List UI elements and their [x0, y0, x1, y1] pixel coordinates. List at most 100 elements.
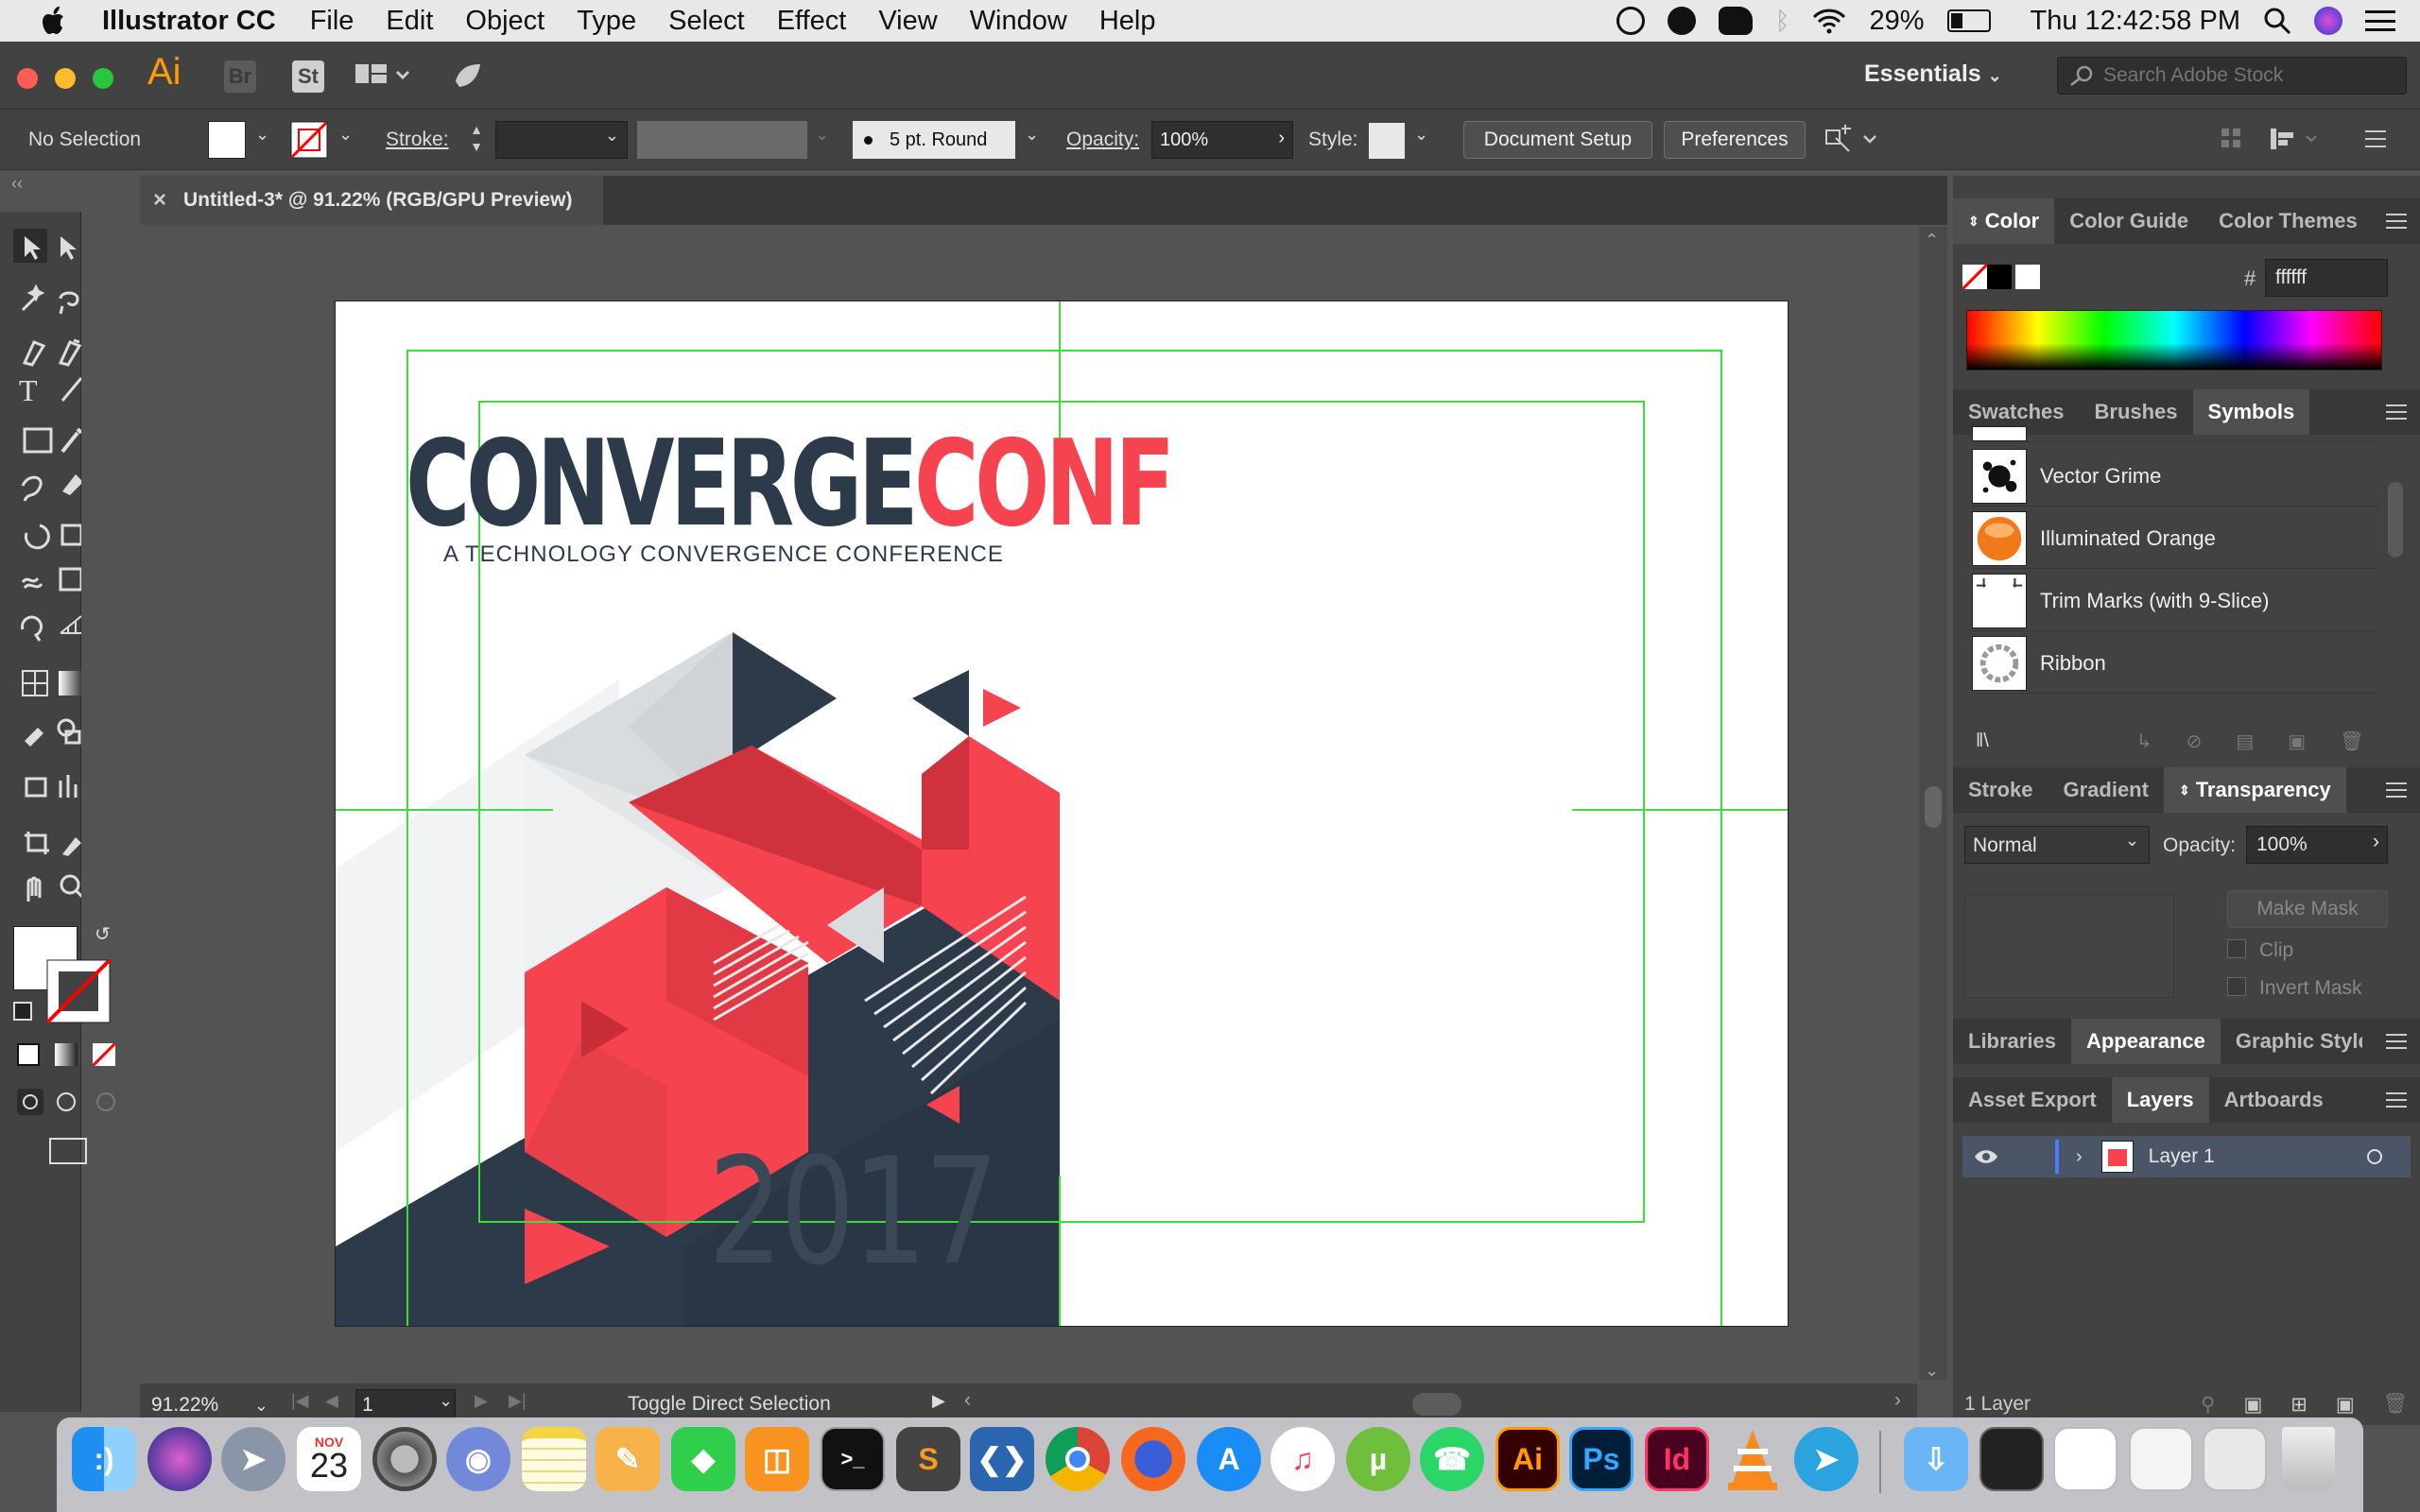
minimize-window-button[interactable]: [55, 68, 76, 89]
draw-normal-icon[interactable]: [17, 1089, 43, 1115]
transparency-opacity-field[interactable]: 100% ›: [2246, 826, 2388, 864]
scroll-left-arrow[interactable]: ‹: [964, 1389, 971, 1412]
tab-color-themes[interactable]: Color Themes: [2204, 198, 2373, 244]
align-icon[interactable]: [2220, 127, 2244, 151]
sync-icon[interactable]: [1616, 7, 1645, 35]
indesign-dock-icon[interactable]: Id: [1645, 1427, 1709, 1491]
color-black-swatch[interactable]: [1987, 265, 2012, 289]
delete-symbol-icon[interactable]: 🗑: [2340, 730, 2363, 753]
battery-icon[interactable]: [1946, 9, 1991, 32]
vertical-scroll-thumb[interactable]: [1925, 786, 1942, 828]
tab-appearance[interactable]: Appearance: [2070, 1019, 2221, 1064]
expand-layer-icon[interactable]: ›: [2076, 1146, 2083, 1168]
clip-checkbox[interactable]: [2227, 939, 2246, 958]
recent-window-thumbnail[interactable]: [2053, 1427, 2118, 1491]
horizontal-scroll-thumb[interactable]: [1412, 1393, 1461, 1416]
screen-mode-icon[interactable]: [49, 1138, 87, 1164]
tab-artboards[interactable]: Artboards: [2209, 1077, 2339, 1123]
profile-dropdown-icon[interactable]: ⌄: [815, 125, 829, 145]
layers-panel-menu-icon[interactable]: [2386, 1092, 2407, 1108]
stroke-weight-stepper[interactable]: ▲ ▼: [463, 121, 490, 159]
menu-edit[interactable]: Edit: [386, 6, 433, 37]
opacity-label[interactable]: Opacity:: [1066, 129, 1139, 151]
illustrator-dock-icon[interactable]: Ai: [1495, 1427, 1560, 1491]
menu-window[interactable]: Window: [970, 6, 1067, 37]
bluetooth-icon[interactable]: ᛒ: [1775, 7, 1790, 36]
stroke-dropdown-icon[interactable]: ⌄: [338, 125, 353, 145]
sublime-text-icon[interactable]: S: [896, 1427, 960, 1491]
menu-file[interactable]: File: [310, 6, 354, 37]
break-link-icon[interactable]: ⊘: [2187, 730, 2203, 753]
trash-icon[interactable]: [2282, 1427, 2335, 1491]
discord-icon[interactable]: ◉: [446, 1427, 510, 1491]
new-sublayer-icon[interactable]: ⊞: [2290, 1393, 2308, 1417]
siri-dock-icon[interactable]: [147, 1427, 212, 1491]
first-artboard-icon[interactable]: |◀: [291, 1391, 309, 1411]
finder-icon[interactable]: :): [72, 1427, 136, 1491]
stock-search-box[interactable]: [2057, 57, 2407, 94]
gpu-performance-icon[interactable]: [448, 60, 482, 93]
workspace-switcher[interactable]: Essentials ⌄: [1864, 60, 2002, 88]
stock-search-input[interactable]: [2103, 64, 2387, 87]
graphic-style-swatch[interactable]: [1369, 123, 1405, 159]
tab-libraries[interactable]: Libraries: [1953, 1019, 2071, 1064]
none-mode-icon[interactable]: [93, 1043, 115, 1066]
clock[interactable]: Thu 12:42:58 PM: [2031, 6, 2240, 37]
tab-color[interactable]: ⇕ Color: [1953, 198, 2055, 244]
status-circle-icon[interactable]: [1667, 7, 1696, 35]
whatsapp-icon[interactable]: ☎: [1420, 1427, 1484, 1491]
hex-field[interactable]: ffffff: [2265, 259, 2388, 297]
draw-inside-icon[interactable]: [96, 1092, 115, 1111]
close-window-button[interactable]: [17, 68, 38, 89]
scroll-up-arrow[interactable]: ⌃: [1925, 231, 1939, 250]
layer-row[interactable]: › Layer 1: [1962, 1136, 2411, 1177]
zoom-field[interactable]: 91.22% ⌄: [146, 1391, 274, 1419]
chevron-right-icon[interactable]: ›: [2373, 831, 2379, 853]
recent-window-thumbnail[interactable]: [1979, 1427, 2044, 1491]
color-none-swatch[interactable]: [1962, 265, 1987, 289]
scroll-right-arrow[interactable]: ›: [1894, 1389, 1901, 1412]
layer-name[interactable]: Layer 1: [2149, 1145, 2215, 1168]
quick-actions-icon[interactable]: [1823, 125, 1879, 155]
chevron-right-icon[interactable]: ›: [1278, 128, 1285, 149]
document-tab[interactable]: × Untitled-3* @ 91.22% (RGB/GPU Preview): [140, 176, 603, 225]
bridge-button[interactable]: Br: [224, 60, 256, 93]
apple-icon[interactable]: [36, 4, 74, 38]
pages-icon[interactable]: ✎: [596, 1427, 660, 1491]
new-symbol-icon[interactable]: ▣: [2288, 730, 2306, 753]
symbol-item-trim-marks[interactable]: Trim Marks (with 9-Slice): [1972, 571, 2378, 631]
last-artboard-icon[interactable]: ▶|: [509, 1391, 527, 1411]
stock-button[interactable]: St: [292, 60, 324, 93]
launchpad-icon[interactable]: ➤: [221, 1427, 285, 1491]
tab-color-guide[interactable]: Color Guide: [2054, 198, 2204, 244]
transparency-panel-menu-icon[interactable]: [2386, 782, 2407, 798]
notes-icon[interactable]: [522, 1427, 586, 1491]
facetime-icon[interactable]: ◆: [671, 1427, 735, 1491]
symbol-libraries-icon[interactable]: ‖\: [1976, 730, 1989, 752]
stroke-color-box[interactable]: [45, 958, 112, 1024]
menu-effect[interactable]: Effect: [777, 6, 847, 37]
color-panel-menu-icon[interactable]: [2386, 214, 2407, 229]
next-artboard-icon[interactable]: ▶: [475, 1391, 488, 1411]
firefox-icon[interactable]: [1121, 1427, 1185, 1491]
app-store-icon[interactable]: A: [1197, 1427, 1261, 1491]
artboard[interactable]: CONVERGECONF A TECHNOLOGY CONVERGENCE CO…: [335, 301, 1789, 1327]
symbol-item-vector-grime[interactable]: Vector Grime: [1972, 446, 2378, 507]
itunes-icon[interactable]: ♫: [1270, 1427, 1335, 1491]
target-icon[interactable]: [2367, 1149, 2382, 1164]
document-setup-button[interactable]: Document Setup: [1463, 121, 1652, 159]
swap-fill-stroke-icon[interactable]: ↺: [95, 922, 111, 946]
make-clipping-mask-icon[interactable]: ▣: [2243, 1393, 2262, 1417]
previous-artboard-icon[interactable]: ◀: [325, 1391, 338, 1411]
evernote-icon[interactable]: [1718, 7, 1753, 35]
stroke-none-swatch[interactable]: [290, 121, 328, 159]
transform-icon[interactable]: [2269, 127, 2325, 151]
menu-select[interactable]: Select: [668, 6, 745, 37]
tab-asset-export[interactable]: Asset Export: [1953, 1077, 2112, 1123]
gradient-mode-icon[interactable]: [55, 1043, 78, 1066]
fill-swatch[interactable]: [208, 121, 246, 159]
style-dropdown-icon[interactable]: ⌄: [1414, 125, 1428, 145]
telegram-icon[interactable]: ➤: [1794, 1427, 1858, 1491]
notification-center-icon[interactable]: [2365, 10, 2395, 31]
symbols-scrollbar[interactable]: [2388, 454, 2403, 629]
